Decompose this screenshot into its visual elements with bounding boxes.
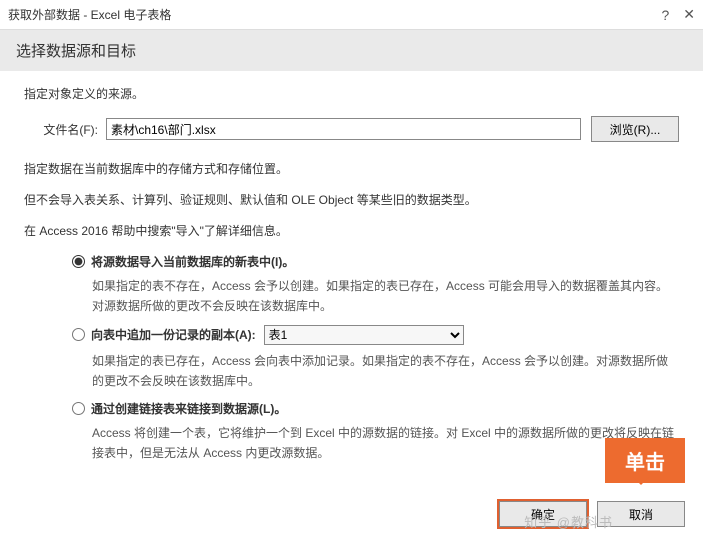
radio-link[interactable] xyxy=(72,402,85,415)
intro-text: 指定对象定义的来源。 xyxy=(24,85,679,102)
watermark: 知乎 @教科书 xyxy=(524,512,613,531)
radio-append-desc: 如果指定的表已存在，Access 会向表中添加记录。如果指定的表不存在，Acce… xyxy=(92,351,679,392)
filename-input[interactable] xyxy=(106,118,581,140)
para-storage: 指定数据在当前数据库中的存储方式和存储位置。 xyxy=(24,160,679,177)
append-table-select[interactable]: 表1 xyxy=(264,325,464,345)
filename-label: 文件名(F): xyxy=(36,121,106,138)
radio-link-desc: Access 将创建一个表，它将维护一个到 Excel 中的源数据的链接。对 E… xyxy=(92,423,679,464)
radio-append-label: 向表中追加一份记录的副本(A): xyxy=(91,326,256,343)
callout-click: 单击 xyxy=(605,438,685,483)
window-title: 获取外部数据 - Excel 电子表格 xyxy=(8,6,661,23)
radio-import-new-label: 将源数据导入当前数据库的新表中(I)。 xyxy=(91,253,294,270)
para-notimport: 但不会导入表关系、计算列、验证规则、默认值和 OLE Object 等某些旧的数… xyxy=(24,191,679,208)
radio-link-label: 通过创建链接表来链接到数据源(L)。 xyxy=(91,400,286,417)
section-header: 选择数据源和目标 xyxy=(0,30,703,71)
para-help: 在 Access 2016 帮助中搜索"导入"了解详细信息。 xyxy=(24,222,679,239)
radio-import-new-desc: 如果指定的表不存在，Access 会予以创建。如果指定的表已存在，Access … xyxy=(92,276,679,317)
help-icon[interactable]: ? xyxy=(661,7,669,23)
close-icon[interactable]: ✕ xyxy=(683,6,695,23)
browse-button[interactable]: 浏览(R)... xyxy=(591,116,679,142)
radio-import-new[interactable] xyxy=(72,255,85,268)
radio-append[interactable] xyxy=(72,328,85,341)
